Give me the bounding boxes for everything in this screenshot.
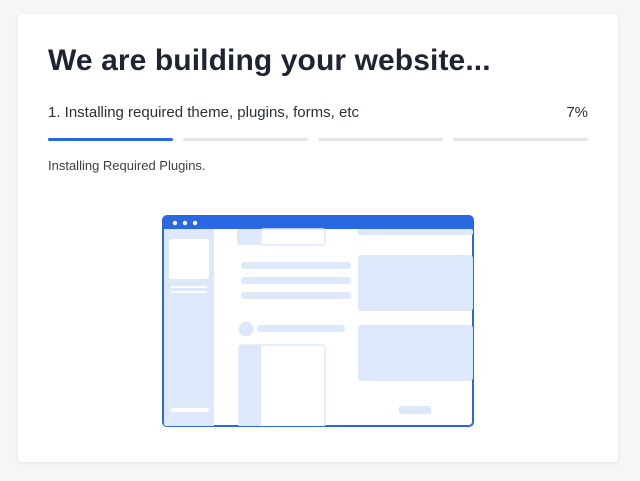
current-step-row: 1. Installing required theme, plugins, f… <box>48 104 588 126</box>
window-titlebar <box>163 216 473 229</box>
current-step-label: 1. Installing required theme, plugins, f… <box>48 104 359 121</box>
page-title: We are building your website... <box>48 44 491 77</box>
browser-window-illustration <box>162 215 474 427</box>
status-text: Installing Required Plugins. <box>48 158 206 173</box>
window-dot-icon <box>172 220 178 226</box>
progress-segment-4 <box>453 138 588 141</box>
progress-percent: 7% <box>566 104 588 121</box>
progress-segment-3 <box>318 138 443 141</box>
progress-segments <box>48 138 588 141</box>
progress-segment-2 <box>183 138 308 141</box>
progress-segment-1 <box>48 138 173 141</box>
window-dot-icon <box>182 220 188 226</box>
build-progress-card: We are building your website... 1. Insta… <box>18 14 618 462</box>
window-dot-icon <box>192 220 198 226</box>
